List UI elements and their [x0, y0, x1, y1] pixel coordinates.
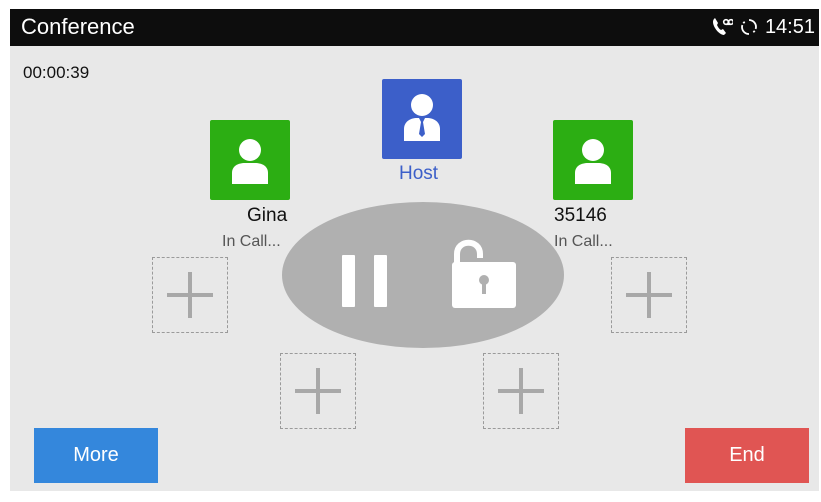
- unlocked-padlock-icon: [452, 239, 516, 308]
- more-button[interactable]: More: [34, 428, 158, 483]
- page-title: Conference: [21, 14, 135, 39]
- add-participant-slot[interactable]: [611, 257, 687, 333]
- add-participant-slot[interactable]: [483, 353, 559, 429]
- participant-name: 35146: [554, 205, 607, 226]
- add-participant-slot[interactable]: [280, 353, 356, 429]
- participant-avatar-gina[interactable]: [210, 120, 290, 200]
- phone-voicemail-icon: [711, 17, 733, 37]
- participant-status: In Call...: [554, 233, 613, 250]
- participant-avatar-35146[interactable]: [553, 120, 633, 200]
- status-indicators: 14:51: [711, 14, 815, 40]
- participant-status: In Call...: [222, 233, 281, 250]
- call-control-panel: [282, 202, 564, 348]
- pause-icon: [332, 242, 402, 312]
- end-call-button[interactable]: End: [685, 428, 809, 483]
- person-tie-icon: [404, 94, 440, 141]
- conference-screen: Conference 14:51 00:00:39 Host Gina In C…: [10, 9, 819, 491]
- person-icon: [575, 139, 611, 184]
- participant-name: Gina: [247, 205, 288, 226]
- call-duration: 00:00:39: [23, 63, 90, 82]
- person-icon: [232, 139, 268, 184]
- lock-button[interactable]: [442, 222, 532, 312]
- status-bar: Conference 14:51: [10, 9, 819, 46]
- pause-button[interactable]: [332, 242, 402, 312]
- sync-icon: [739, 17, 759, 37]
- add-participant-slot[interactable]: [152, 257, 228, 333]
- host-avatar[interactable]: [382, 79, 462, 159]
- host-label: Host: [399, 163, 439, 184]
- clock-time: 14:51: [764, 15, 815, 38]
